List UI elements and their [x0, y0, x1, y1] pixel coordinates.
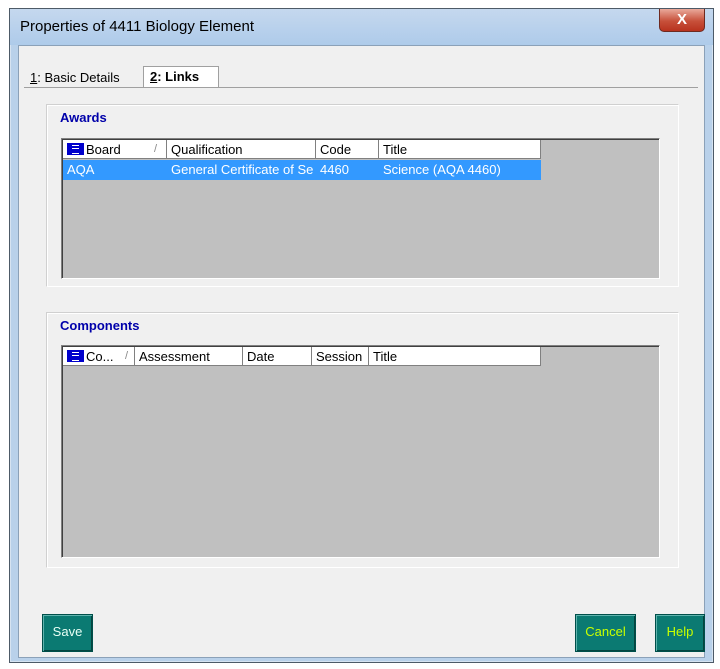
- awards-col-board[interactable]: Board /: [63, 140, 167, 159]
- awards-cell-code: 4460: [320, 162, 349, 177]
- dialog-client-area: 1: Basic Details 2: Links Awards Board /…: [18, 45, 705, 658]
- column-chooser-icon[interactable]: [67, 350, 84, 362]
- save-button[interactable]: Save: [42, 614, 93, 652]
- components-col-code[interactable]: Co... /: [63, 347, 135, 366]
- window-title: Properties of 4411 Biology Element: [20, 18, 255, 35]
- awards-cell-qualification: General Certificate of Se: [171, 162, 314, 177]
- column-chooser-icon[interactable]: [67, 143, 84, 155]
- awards-group: Awards Board / Qualification Code Title …: [46, 104, 679, 287]
- links-tab-page: Awards Board / Qualification Code Title …: [24, 87, 698, 601]
- components-col-assessment[interactable]: Assessment: [135, 347, 243, 366]
- properties-dialog: Properties of 4411 Biology Element X 1: …: [9, 8, 714, 663]
- awards-cell-title: Science (AQA 4460): [383, 162, 501, 177]
- components-title: Components: [60, 318, 140, 333]
- awards-grid-header: Board / Qualification Code Title: [63, 140, 541, 160]
- tab-basic-details[interactable]: 1: Basic Details: [24, 69, 140, 87]
- sort-indicator-icon: /: [124, 350, 128, 362]
- components-col-date[interactable]: Date: [243, 347, 312, 366]
- awards-col-board-label: Board: [86, 142, 121, 157]
- awards-title: Awards: [60, 110, 107, 125]
- awards-cell-board: AQA: [67, 162, 95, 177]
- awards-col-qualification[interactable]: Qualification: [167, 140, 316, 159]
- awards-col-code[interactable]: Code: [316, 140, 379, 159]
- components-grid[interactable]: Co... / Assessment Date Session Title: [61, 345, 660, 558]
- close-button[interactable]: X: [659, 9, 705, 32]
- title-bar[interactable]: Properties of 4411 Biology Element X: [10, 9, 713, 45]
- components-col-code-label: Co...: [86, 349, 114, 364]
- awards-grid[interactable]: Board / Qualification Code Title AQA Gen…: [61, 138, 660, 279]
- components-grid-header: Co... / Assessment Date Session Title: [63, 347, 541, 367]
- cancel-button[interactable]: Cancel: [575, 614, 636, 652]
- components-col-session[interactable]: Session: [312, 347, 369, 366]
- table-row[interactable]: AQA General Certificate of Se 4460 Scien…: [63, 160, 541, 180]
- awards-col-title[interactable]: Title: [379, 140, 541, 159]
- tab-basic-details-label: : Basic Details: [37, 70, 120, 85]
- tab-links-label: : Links: [157, 69, 200, 84]
- sort-indicator-icon: /: [153, 143, 157, 155]
- components-group: Components Co... / Assessment Date Sessi…: [46, 312, 679, 568]
- tab-links[interactable]: 2: Links: [143, 66, 219, 89]
- help-button[interactable]: Help: [655, 614, 705, 652]
- close-icon: X: [676, 11, 687, 28]
- components-col-title[interactable]: Title: [369, 347, 541, 366]
